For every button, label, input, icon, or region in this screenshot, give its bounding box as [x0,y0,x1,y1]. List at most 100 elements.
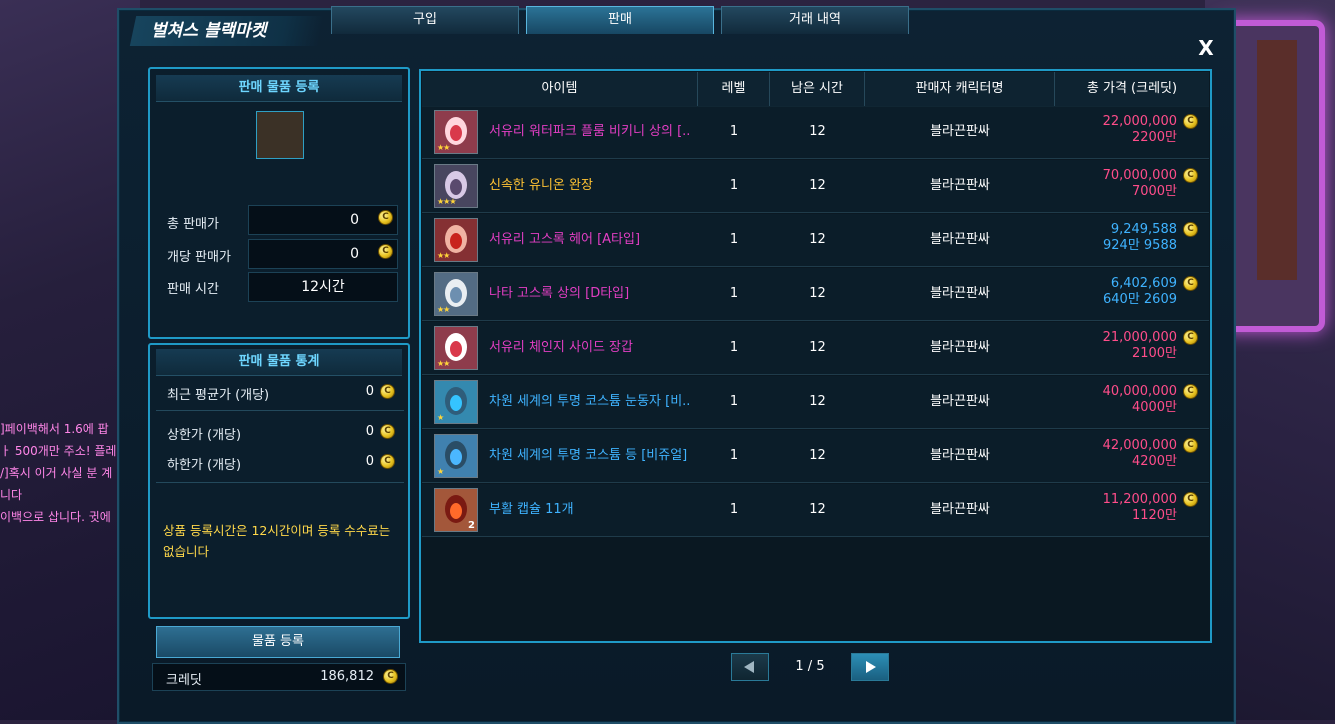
price-full: 70,000,000 [1102,168,1177,183]
item-seller: 블라끈판싸 [930,340,990,355]
item-seller: 블라끈판싸 [930,124,990,139]
item-seller: 블라끈판싸 [930,178,990,193]
tab-sell[interactable]: 판매 [526,6,714,34]
tab-buy[interactable]: 구입 [331,6,519,34]
bikini-top-icon: ★★ [434,110,478,154]
item-price: 40,000,000 4000만 [1103,384,1177,416]
chat-line: ㅏ 500개만 주소! 플레 [0,444,117,458]
background-door-inner [1257,40,1297,280]
chat-line: 이백으로 삽니다. 귓에 [0,510,111,524]
table-row[interactable]: ★★ 서유리 체인지 사이드 장갑 1 12 블라끈판싸 21,000,000 2100만 C [422,322,1209,375]
credit-label: 크레딧 [166,673,202,688]
price-full: 9,249,588 [1110,222,1177,237]
item-name: 신속한 유니온 완장 [489,178,593,193]
table-row[interactable]: ★★ 나타 고스록 상의 [D타입] 1 12 블라끈판싸 6,402,609 640만 2… [422,268,1209,321]
item-price: 42,000,000 4200만 [1103,438,1177,470]
upper-limit-label: 상한가 (개당) [167,428,242,443]
white-top-icon: ★★ [434,272,478,316]
grade-stars: ★ [437,413,444,422]
coin-icon: C [1183,276,1198,291]
price-short: 4000만 [1131,400,1177,415]
column-header-seller: 판매자 캐릭터명 [865,72,1055,106]
price-full: 21,000,000 [1102,330,1177,345]
item-name: 서유리 체인지 사이드 장갑 [489,340,633,355]
coin-icon: C [1183,438,1198,453]
coin-icon: C [1183,492,1198,507]
chat-line: /]혹시 이거 사실 분 계 [0,466,113,480]
unit-price-field[interactable]: 0 [248,239,398,269]
item-price: 21,000,000 2100만 [1103,330,1177,362]
credit-value: 186,812 [320,669,374,684]
stats-panel-header: 판매 물품 통계 [156,349,402,376]
upper-limit-value: 0 [365,424,374,439]
arrow-left-icon [744,661,754,673]
close-icon[interactable]: X [1196,37,1216,59]
sale-time-label: 판매 시간 [167,282,219,297]
item-price: 22,000,000 2200만 [1103,114,1177,146]
item-seller: 블라끈판싸 [930,394,990,409]
item-level: 1 [729,448,739,463]
grade-stars: ★★ [437,359,450,368]
grade-stars: ★★ [437,251,450,260]
item-level: 1 [729,502,739,517]
price-full: 6,402,609 [1110,276,1177,291]
red-hair-icon: ★★ [434,218,478,262]
notice-text: 상품 등록시간은 12시간이며 등록 수수료는 없습니다 [163,523,391,559]
item-time: 12 [809,394,826,409]
chat-line: 니다 [0,488,23,502]
chat-line: ]페이백해서 1.6에 팝 [0,422,109,436]
item-slot[interactable] [256,111,304,159]
unit-price-label: 개당 판매가 [167,250,231,265]
item-level: 1 [729,340,739,355]
item-time: 12 [809,178,826,193]
sale-time-select[interactable]: 12시간 [248,272,398,302]
coin-icon: C [380,454,395,469]
eye-costume-icon: ★ [434,380,478,424]
recent-avg-label: 최근 평균가 (개당) [167,388,270,403]
table-row[interactable]: 2 부활 캡슐 11개 1 12 블라끈판싸 11,200,000 1120만 C [422,484,1209,537]
armband-icon: ★★★ [434,164,478,208]
table-row[interactable]: ★★ 서유리 워터파크 플룸 비키니 상의 [.. 1 12 블라끈판싸 22,000,0… [422,106,1209,159]
item-time: 12 [809,232,826,247]
coin-icon: C [378,210,393,225]
divider [156,482,404,483]
price-short: 2100만 [1131,346,1177,361]
item-name: 나타 고스록 상의 [D타입] [489,286,630,301]
item-time: 12 [809,286,826,301]
item-name: 부활 캡슐 11개 [489,502,574,517]
coin-icon: C [1183,168,1198,183]
price-short: 924만 9588 [1103,238,1177,253]
coin-icon: C [378,244,393,259]
item-price: 70,000,000 7000만 [1103,168,1177,200]
coin-icon: C [380,424,395,439]
table-row[interactable]: ★ 차원 세계의 투명 코스튬 눈동자 [비.. 1 12 블라끈판싸 40,000,00… [422,376,1209,429]
item-seller: 블라끈판싸 [930,286,990,301]
arrow-right-icon [866,661,876,673]
coin-icon: C [383,669,398,684]
total-price-label: 총 판매가 [167,217,219,232]
table-row[interactable]: ★ 차원 세계의 투명 코스튬 등 [비쥬얼] 1 12 블라끈판싸 42,000,000… [422,430,1209,483]
item-level: 1 [729,286,739,301]
table-row[interactable]: ★★★ 신속한 유니온 완장 1 12 블라끈판싸 70,000,000 7000만 C [422,160,1209,213]
item-name: 차원 세계의 투명 코스튬 등 [비쥬얼] [489,448,688,463]
grade-stars: ★ [437,467,444,476]
coin-icon: C [1183,330,1198,345]
recent-avg-value: 0 [365,384,374,399]
coin-icon: C [1183,222,1198,237]
item-price: 11,200,000 1120만 [1103,492,1177,524]
item-seller: 블라끈판싸 [930,232,990,247]
coin-icon: C [1183,384,1198,399]
price-short: 640만 2609 [1103,292,1177,307]
table-row[interactable]: ★★ 서유리 고스록 헤어 [A타입] 1 12 블라끈판싸 9,249,588 924만 … [422,214,1209,267]
total-price-field[interactable]: 0 [248,205,398,235]
item-seller: 블라끈판싸 [930,502,990,517]
back-costume-icon: ★ [434,434,478,478]
divider [156,410,404,411]
grade-stars: ★★ [437,305,450,314]
register-item-button[interactable]: 물품 등록 [156,626,400,658]
prev-page-button[interactable] [731,653,769,681]
tab-history[interactable]: 거래 내역 [721,6,909,34]
price-full: 42,000,000 [1102,438,1177,453]
price-full: 22,000,000 [1102,114,1177,129]
next-page-button[interactable] [851,653,889,681]
